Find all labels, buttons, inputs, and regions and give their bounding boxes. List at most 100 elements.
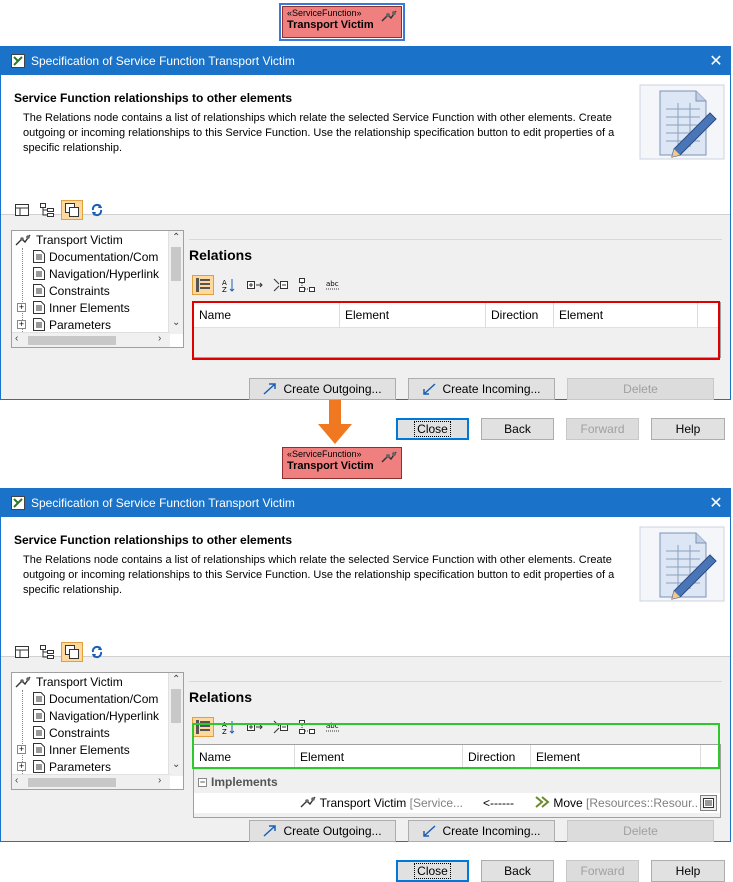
tree-item-label: Transport Victim [36,232,123,247]
delete-button[interactable]: Delete [567,378,714,400]
scroll-up-icon[interactable]: ⌃ [172,674,180,685]
document-icon [33,301,45,314]
expand-all-icon[interactable] [244,275,266,295]
tree-item-label: Constraints [49,725,110,740]
group-label: Implements [211,775,278,789]
element1-type: [Service... [409,796,463,810]
tree-item-label: Transport Victim [36,674,123,689]
row-element-2[interactable]: Move [Resources::Resour... [531,793,699,813]
tree-toolbar [11,200,108,220]
new-relation-highlight [192,723,720,769]
svg-text:abc: abc [326,280,339,288]
abc-filter-icon[interactable]: abc [322,275,344,295]
help-button[interactable]: Help [651,418,725,440]
create-outgoing-button[interactable]: Create Outgoing... [249,378,396,400]
close-button[interactable]: Close [396,860,469,882]
tree-vertical-scrollbar[interactable]: ⌃ ⌄ [168,673,183,776]
app-icon [11,54,25,68]
spec-tree[interactable]: Transport Victim Documentation/Com Navigat… [11,230,184,348]
tree-item[interactable]: + Inner Elements [17,299,130,316]
outgoing-arrow-icon [263,383,277,395]
tree-item[interactable]: Transport Victim [14,673,123,690]
tree-toolbar [11,642,108,662]
scroll-thumb[interactable] [171,689,181,723]
tree-item[interactable]: + Inner Elements [17,741,130,758]
tree-item[interactable]: + Parameters [17,316,111,333]
tree-view-icon[interactable] [36,642,58,662]
scroll-right-icon[interactable]: › [158,775,161,786]
expand-icon[interactable]: + [17,745,26,754]
tree-item[interactable]: Documentation/Com [17,690,158,707]
dialog-titlebar: Specification of Service Function Transp… [1,489,730,517]
service-function-icon [14,233,32,247]
copy-icon[interactable] [61,200,83,220]
close-icon[interactable]: ✕ [702,493,730,513]
tree-vertical-scrollbar[interactable]: ⌃ ⌄ [168,231,183,334]
back-button[interactable]: Back [481,860,554,882]
scroll-up-icon[interactable]: ⌃ [172,232,180,243]
incoming-arrow-icon [423,825,436,837]
close-button[interactable]: Close [396,418,469,440]
panel-title: Relations [189,689,253,705]
properties-icon[interactable] [11,642,33,662]
close-icon[interactable]: ✕ [702,51,730,71]
tree-horizontal-scrollbar[interactable]: ‹ › [12,332,170,347]
specification-button-icon[interactable] [700,795,717,811]
scroll-thumb[interactable] [171,247,181,281]
help-button[interactable]: Help [651,860,725,882]
dialog-body: Transport Victim Documentation/Com Navigat… [1,187,730,440]
tree-item-label: Inner Elements [49,742,130,757]
document-icon [33,760,45,773]
tree-horizontal-scrollbar[interactable]: ‹ › [12,774,170,789]
properties-icon[interactable] [11,200,33,220]
service-function-node[interactable]: «ServiceFunction» Transport Victim [279,3,405,41]
scroll-down-icon[interactable]: ⌄ [172,759,180,770]
tree-item[interactable]: Constraints [17,282,110,299]
sort-icon[interactable]: AZ [218,275,240,295]
collapse-all-icon[interactable] [270,275,292,295]
relations-toolbar: AZ abc [192,275,344,295]
scroll-left-icon[interactable]: ‹ [15,775,18,786]
tree-item[interactable]: Constraints [17,724,110,741]
spec-tree[interactable]: Transport Victim Documentation/Com Navigat… [11,672,184,790]
forward-button[interactable]: Forward [566,860,639,882]
dialog-title: Specification of Service Function Transp… [31,54,295,68]
tree-item[interactable]: Navigation/Hyperlink [17,707,159,724]
scroll-thumb[interactable] [28,336,116,345]
back-button[interactable]: Back [481,418,554,440]
scroll-thumb[interactable] [28,778,116,787]
create-incoming-label: Create Incoming... [442,382,541,396]
hierarchy-icon[interactable] [296,275,318,295]
create-outgoing-button[interactable]: Create Outgoing... [249,820,396,842]
expand-icon[interactable]: + [17,762,26,771]
delete-button[interactable]: Delete [567,820,714,842]
tree-view-icon[interactable] [36,200,58,220]
tree-item[interactable]: + Parameters [17,758,111,775]
tree-item[interactable]: Navigation/Hyperlink [17,265,159,282]
tree-item[interactable]: Documentation/Com [17,248,158,265]
create-incoming-button[interactable]: Create Incoming... [408,378,555,400]
expand-icon[interactable]: + [17,303,26,312]
grouped-view-icon[interactable] [192,275,214,295]
group-implements[interactable]: − Implements [198,775,278,789]
row-element-1[interactable]: Transport Victim [Service... [295,793,463,813]
tree-item-label: Navigation/Hyperlink [49,266,160,281]
refresh-icon[interactable] [86,200,108,220]
scroll-left-icon[interactable]: ‹ [15,333,18,344]
copy-icon[interactable] [61,642,83,662]
expand-icon[interactable]: + [17,320,26,329]
header-title: Service Function relationships to other … [14,91,293,105]
table-row[interactable]: Transport Victim [Service... <------ Mov… [194,793,720,813]
element2-name: Move [553,796,583,810]
document-icon [33,267,45,280]
refresh-icon[interactable] [86,642,108,662]
incoming-arrow-icon [423,383,436,395]
function-icon [535,796,550,808]
create-incoming-button[interactable]: Create Incoming... [408,820,555,842]
tree-item[interactable]: Transport Victim [14,231,123,248]
scroll-right-icon[interactable]: › [158,333,161,344]
collapse-icon[interactable]: − [198,777,207,787]
scroll-down-icon[interactable]: ⌄ [172,317,180,328]
forward-button[interactable]: Forward [566,418,639,440]
service-function-node-after[interactable]: «ServiceFunction» Transport Victim [282,447,402,479]
